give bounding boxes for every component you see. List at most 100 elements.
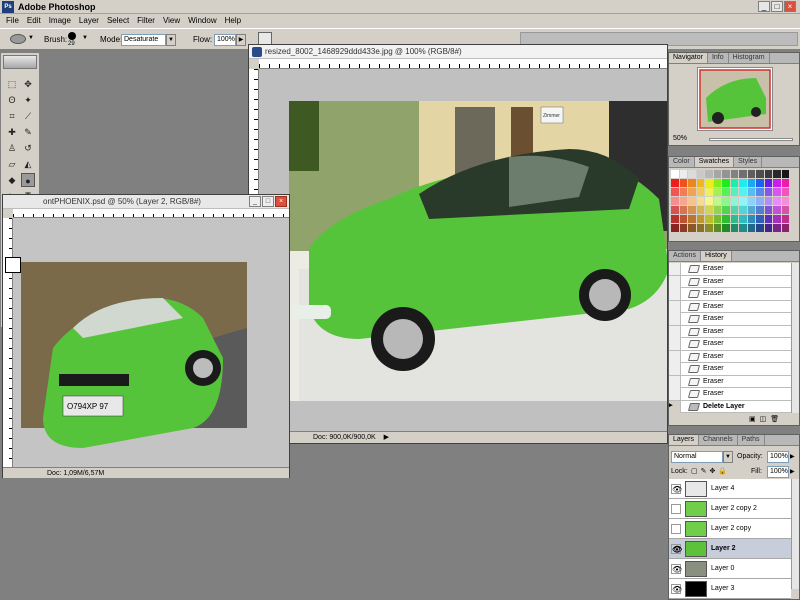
second-doc-close-button[interactable]: × [275, 196, 287, 207]
color-swatch[interactable] [756, 224, 764, 232]
color-swatch[interactable] [747, 188, 755, 196]
color-swatch[interactable] [713, 170, 721, 178]
color-swatch[interactable] [679, 188, 687, 196]
lock-all-icon[interactable]: 🔒 [718, 467, 727, 475]
color-swatch[interactable] [671, 170, 679, 178]
color-swatch[interactable] [781, 224, 789, 232]
menu-help[interactable]: Help [221, 14, 245, 28]
navigator-thumbnail[interactable] [697, 67, 773, 131]
tool-preset-arrow-icon[interactable]: ▼ [28, 35, 34, 41]
blend-mode-dropdown-icon[interactable]: ▼ [723, 451, 733, 463]
color-swatch[interactable] [756, 179, 764, 187]
eye-hidden-icon[interactable] [671, 524, 681, 534]
menu-edit[interactable]: Edit [23, 14, 45, 28]
color-swatch[interactable] [671, 197, 679, 205]
paint-bucket-tool-icon[interactable]: ◭ [21, 157, 35, 171]
tab-styles[interactable]: Styles [734, 157, 763, 167]
color-swatch[interactable] [756, 206, 764, 214]
tab-swatches[interactable]: Swatches [694, 157, 735, 167]
color-swatch[interactable] [756, 170, 764, 178]
color-swatch[interactable] [696, 170, 704, 178]
color-swatch[interactable] [747, 179, 755, 187]
color-swatch[interactable] [713, 206, 721, 214]
color-swatch[interactable] [688, 188, 696, 196]
color-swatch[interactable] [688, 206, 696, 214]
new-snapshot-icon[interactable]: ◫ [760, 415, 767, 423]
flow-arrow-icon[interactable]: ▶ [236, 34, 246, 46]
color-swatch[interactable] [739, 179, 747, 187]
menu-select[interactable]: Select [103, 14, 133, 28]
color-swatch[interactable] [730, 188, 738, 196]
color-swatch[interactable] [679, 224, 687, 232]
layer-row[interactable]: 👁 Layer 4 [669, 479, 791, 499]
opacity-input[interactable]: 100% [767, 451, 789, 463]
color-swatch[interactable] [722, 224, 730, 232]
foreground-color-swatch[interactable] [5, 257, 21, 273]
color-swatch[interactable] [688, 197, 696, 205]
history-item[interactable]: Eraser [669, 375, 791, 388]
fill-input[interactable]: 100% [767, 466, 789, 478]
tab-info[interactable]: Info [708, 53, 729, 63]
color-swatch[interactable] [730, 197, 738, 205]
color-swatch[interactable] [671, 224, 679, 232]
layer-row[interactable]: Layer 2 copy [669, 519, 791, 539]
history-item[interactable]: Eraser [669, 350, 791, 363]
color-swatch[interactable] [739, 224, 747, 232]
color-swatch[interactable] [781, 179, 789, 187]
navigator-zoom-slider[interactable] [709, 138, 793, 141]
color-swatch[interactable] [773, 188, 781, 196]
brush-picker-arrow-icon[interactable]: ▼ [82, 35, 88, 41]
color-swatch[interactable] [679, 215, 687, 223]
main-document-title-bar[interactable]: resized_8002_1468929ddd433e.jpg @ 100% (… [249, 45, 667, 59]
eye-hidden-icon[interactable] [671, 504, 681, 514]
blend-mode-select[interactable]: Normal [671, 451, 723, 463]
menu-image[interactable]: Image [45, 14, 75, 28]
tab-layers[interactable]: Layers [669, 435, 700, 445]
color-swatch[interactable] [773, 197, 781, 205]
color-swatch[interactable] [722, 179, 730, 187]
color-swatch[interactable] [679, 197, 687, 205]
tab-paths[interactable]: Paths [738, 435, 765, 445]
tab-color[interactable]: Color [669, 157, 695, 167]
second-document-title-bar[interactable]: ontPHOENIX.psd @ 50% (Layer 2, RGB/8#) _… [3, 195, 289, 209]
color-swatch[interactable] [773, 170, 781, 178]
color-swatch[interactable] [764, 206, 772, 214]
color-swatch[interactable] [764, 215, 772, 223]
color-swatch[interactable] [713, 188, 721, 196]
history-scrollbar[interactable] [791, 263, 799, 413]
history-item[interactable]: Eraser [669, 325, 791, 338]
move-tool-icon[interactable]: ✥ [21, 77, 35, 91]
eye-icon[interactable]: 👁 [671, 564, 682, 574]
lock-image-icon[interactable]: ✎ [701, 467, 707, 475]
color-swatch[interactable] [705, 188, 713, 196]
color-swatch[interactable] [688, 179, 696, 187]
tab-channels[interactable]: Channels [699, 435, 738, 445]
blur-tool-icon[interactable]: ◆ [5, 173, 19, 187]
lock-position-icon[interactable]: ✥ [710, 467, 716, 475]
color-swatch[interactable] [730, 206, 738, 214]
color-swatch[interactable] [781, 215, 789, 223]
color-swatch[interactable] [705, 179, 713, 187]
eye-icon[interactable]: 👁 [671, 544, 682, 554]
marquee-tool-icon[interactable]: ⬚ [5, 77, 19, 91]
second-canvas-area[interactable]: O794XP 97 [13, 218, 289, 468]
color-swatch[interactable] [705, 206, 713, 214]
color-swatch[interactable] [705, 224, 713, 232]
menu-layer[interactable]: Layer [75, 14, 103, 28]
color-swatch[interactable] [764, 179, 772, 187]
color-swatch[interactable] [747, 170, 755, 178]
history-item[interactable]: Eraser [669, 275, 791, 288]
color-swatch[interactable] [773, 206, 781, 214]
delete-state-icon[interactable]: 🗑 [770, 415, 779, 423]
color-swatch[interactable] [688, 224, 696, 232]
brush-tool-icon[interactable]: ✎ [21, 125, 35, 139]
history-item[interactable]: Eraser [669, 338, 791, 351]
tab-history[interactable]: History [700, 251, 732, 261]
color-swatch[interactable] [739, 188, 747, 196]
color-swatch[interactable] [747, 197, 755, 205]
layer-row[interactable]: 👁 Layer 2 [669, 539, 791, 559]
layer-row[interactable]: 👁 Layer 0 [669, 559, 791, 579]
close-button[interactable]: × [784, 1, 796, 12]
history-item[interactable]: Eraser [669, 388, 791, 401]
history-item-current[interactable]: ▸ Delete Layer [669, 400, 791, 413]
